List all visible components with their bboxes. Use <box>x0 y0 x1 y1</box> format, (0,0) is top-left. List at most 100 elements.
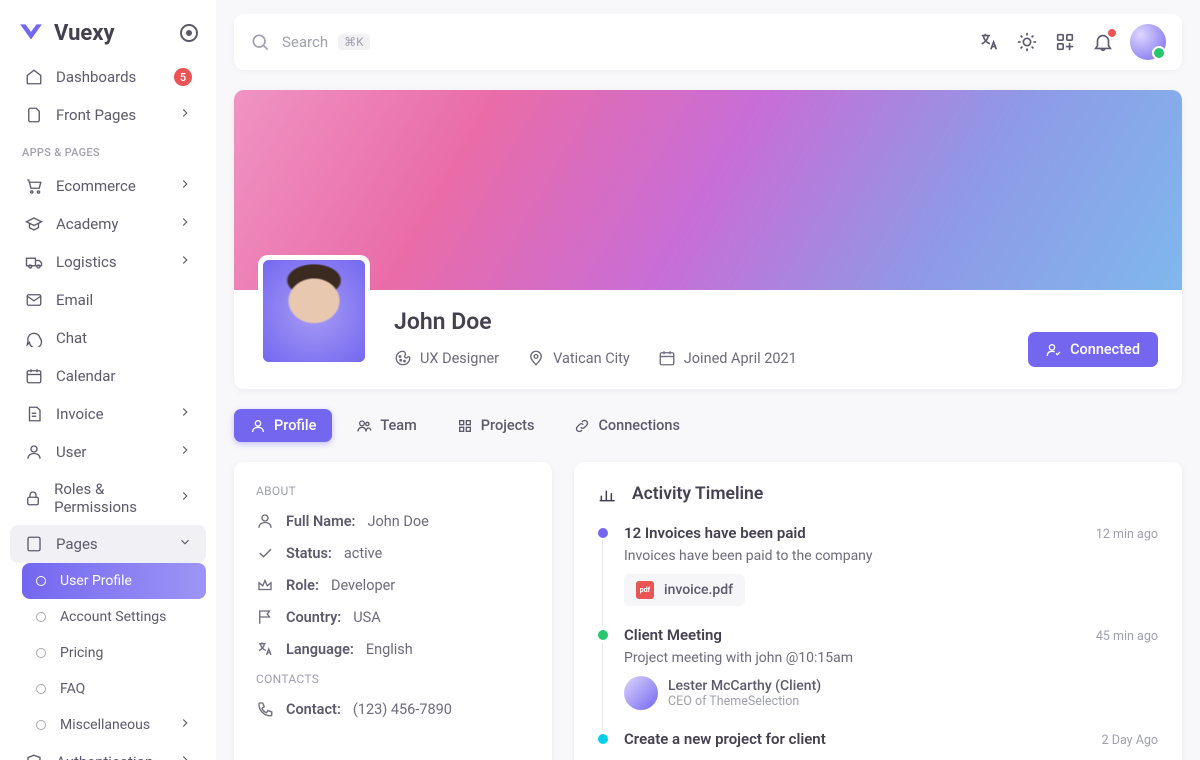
dot-icon <box>36 679 46 699</box>
timeline-item-title: 12 Invoices have been paid <box>624 524 806 542</box>
nav-label: Pages <box>56 535 98 553</box>
brand[interactable]: Vuexy <box>8 12 208 58</box>
dot-icon <box>36 607 46 627</box>
sidebar-item-chat[interactable]: Chat <box>10 319 206 357</box>
chart-icon <box>598 484 618 504</box>
timeline-item-desc: Project meeting with john @10:15am <box>624 650 1158 666</box>
sidebar-item-ecommerce[interactable]: Ecommerce <box>10 167 206 205</box>
flag-icon <box>256 608 274 626</box>
chevron-right-icon <box>178 716 192 734</box>
sidebar-item-account-settings[interactable]: Account Settings <box>22 599 206 635</box>
sidebar-item-misc[interactable]: Miscellaneous <box>22 707 206 743</box>
sidebar-item-auth[interactable]: Authentication <box>10 743 206 760</box>
profile-header-card: John Doe UX Designer Vatican City Joi <box>234 90 1182 389</box>
dot-icon <box>36 571 46 591</box>
nav-label: Invoice <box>56 405 104 423</box>
timeline-item-desc: Invoices have been paid to the company <box>624 548 1158 564</box>
sidebar-item-logistics[interactable]: Logistics <box>10 243 206 281</box>
chevron-right-icon <box>178 106 192 124</box>
mail-icon <box>24 290 44 310</box>
tab-projects[interactable]: Projects <box>441 409 551 442</box>
tab-connections[interactable]: Connections <box>558 409 695 442</box>
nav-label: Authentication <box>56 753 153 760</box>
language-icon <box>256 640 274 658</box>
timeline-title: Activity Timeline <box>598 484 1158 504</box>
language-icon[interactable] <box>978 31 1000 53</box>
person-name: Lester McCarthy (Client) <box>668 678 821 694</box>
contacts-header: CONTACTS <box>256 672 530 686</box>
nav-label: User Profile <box>60 573 132 589</box>
cart-icon <box>24 176 44 196</box>
chat-icon <box>24 328 44 348</box>
phone-icon <box>256 700 274 718</box>
crown-icon <box>256 576 274 594</box>
profile-tabs: Profile Team Projects Connections <box>234 409 1182 442</box>
brand-logo-icon <box>18 20 44 46</box>
timeline-item-time: 12 min ago <box>1096 527 1158 542</box>
user-check-icon <box>1046 342 1062 358</box>
nav-label: Miscellaneous <box>60 717 150 733</box>
timeline-item-title: Client Meeting <box>624 626 722 644</box>
theme-icon[interactable] <box>1016 31 1038 53</box>
timeline-attachment[interactable]: pdf invoice.pdf <box>624 574 745 606</box>
academy-icon <box>24 214 44 234</box>
sidebar-item-pages[interactable]: Pages <box>10 525 206 563</box>
timeline-card: Activity Timeline 12 Invoices have been … <box>574 462 1182 760</box>
search-icon <box>250 32 270 52</box>
topbar: Search ⌘K <box>234 14 1182 70</box>
about-header: ABOUT <box>256 484 530 498</box>
timeline-dot <box>598 734 608 744</box>
users-icon <box>356 418 372 434</box>
about-country: Country: USA <box>256 608 530 626</box>
bell-icon[interactable] <box>1092 31 1114 53</box>
tab-team[interactable]: Team <box>340 409 432 442</box>
timeline-item: 12 Invoices have been paid 12 min ago In… <box>598 524 1158 626</box>
main: Search ⌘K John Doe <box>216 0 1200 760</box>
nav-label: Calendar <box>56 367 116 385</box>
sidebar-item-academy[interactable]: Academy <box>10 205 206 243</box>
nav-section-apps: APPS & PAGES <box>8 134 208 167</box>
file-icon <box>24 105 44 125</box>
search[interactable]: Search ⌘K <box>250 32 978 52</box>
nav-label: Academy <box>56 215 118 233</box>
sidebar-item-faq[interactable]: FAQ <box>22 671 206 707</box>
sidebar-item-frontpages[interactable]: Front Pages <box>10 96 206 134</box>
profile-name: John Doe <box>394 308 1028 335</box>
profile-photo <box>258 255 370 367</box>
nav-label: Front Pages <box>56 106 136 124</box>
pdf-icon: pdf <box>636 581 654 599</box>
timeline-dot <box>598 528 608 538</box>
sidebar-item-invoice[interactable]: Invoice <box>10 395 206 433</box>
apps-icon[interactable] <box>1054 31 1076 53</box>
search-shortcut: ⌘K <box>338 34 370 50</box>
dot-icon <box>36 643 46 663</box>
user-icon <box>256 512 274 530</box>
connected-button[interactable]: Connected <box>1028 332 1158 367</box>
nav-label: Dashboards <box>56 68 136 86</box>
location-icon <box>527 349 545 367</box>
nav-label: Logistics <box>56 253 117 271</box>
sidebar-item-pricing[interactable]: Pricing <box>22 635 206 671</box>
about-language: Language: English <box>256 640 530 658</box>
sidebar-item-email[interactable]: Email <box>10 281 206 319</box>
user-icon <box>250 418 266 434</box>
link-icon <box>574 418 590 434</box>
about-contact: Contact: (123) 456-7890 <box>256 700 530 718</box>
sidebar-pin-icon[interactable] <box>180 24 198 42</box>
sidebar-item-dashboards[interactable]: Dashboards 5 <box>10 58 206 96</box>
tab-profile[interactable]: Profile <box>234 409 332 442</box>
sidebar-item-calendar[interactable]: Calendar <box>10 357 206 395</box>
user-avatar[interactable] <box>1130 24 1166 60</box>
nav: Dashboards 5 Front Pages APPS & PAGES Ec… <box>8 58 208 760</box>
chevron-right-icon <box>178 253 192 271</box>
sidebar-item-user-profile[interactable]: User Profile <box>22 563 206 599</box>
grid-icon <box>457 418 473 434</box>
nav-label: Email <box>56 291 93 309</box>
lock-icon <box>24 488 42 508</box>
shield-icon <box>24 752 44 760</box>
timeline-dot <box>598 630 608 640</box>
dot-icon <box>36 715 46 735</box>
sidebar-item-roles[interactable]: Roles & Permissions <box>10 471 206 525</box>
avatar <box>624 676 658 710</box>
sidebar-item-user[interactable]: User <box>10 433 206 471</box>
